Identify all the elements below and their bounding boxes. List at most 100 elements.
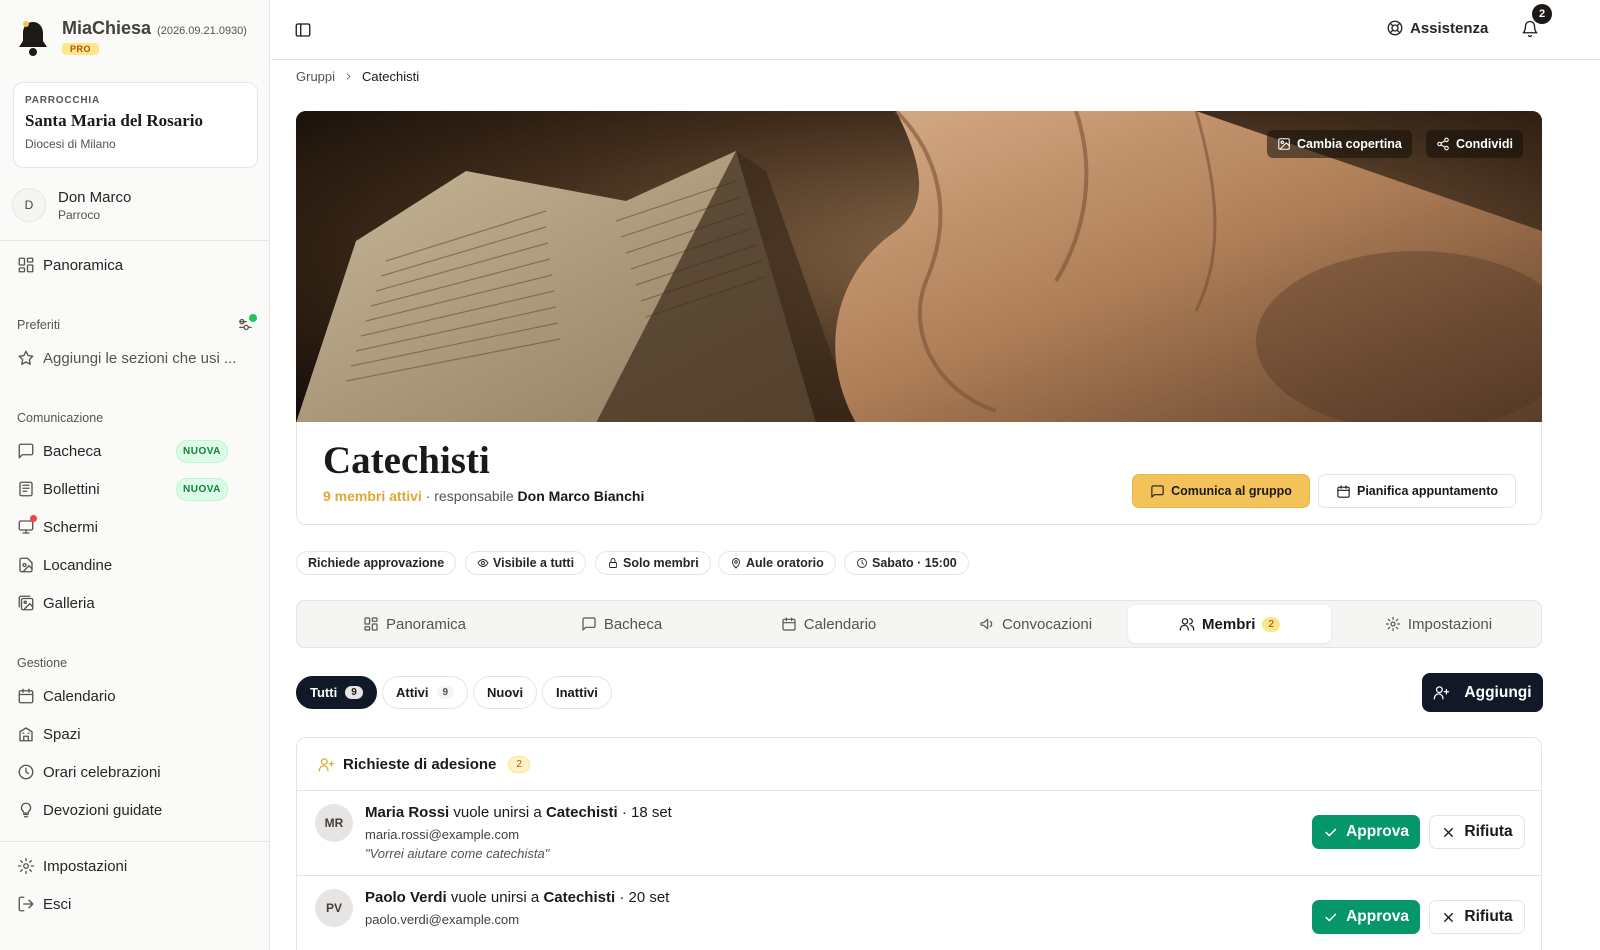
tab-label: Convocazioni: [1001, 615, 1093, 633]
breadcrumb-current: Catechisti: [362, 69, 420, 84]
user-plus-icon: [1434, 686, 1450, 700]
parish-diocese: Diocesi di Milano: [25, 137, 116, 151]
sidebar-item-label: Bollettini: [43, 480, 100, 498]
chip-label: Aule oratorio: [746, 556, 824, 570]
calendar-icon: [782, 617, 796, 631]
message-square-icon: [1151, 484, 1164, 498]
approve-button[interactable]: Approva: [1312, 900, 1420, 934]
close-icon: [1444, 912, 1454, 922]
filter-inactive[interactable]: Inattivi: [542, 676, 612, 709]
message-square-icon: [18, 443, 34, 459]
chip-label: Sabato · 15:00: [872, 556, 957, 570]
user-name: Don Marco: [58, 188, 132, 206]
sidebar-item-label: Bacheca: [43, 442, 102, 460]
request-verb: vuole unirsi a: [453, 804, 542, 821]
sidebar-item-favorites-hint[interactable]: Aggiungi le sezioni che usi ...: [17, 346, 236, 370]
favorites-title: Preferiti: [17, 318, 61, 332]
request-group: Catechisti: [545, 804, 618, 821]
megaphone-icon: [980, 618, 993, 630]
gear-icon: [1385, 616, 1401, 632]
join-requests-count: 2: [508, 755, 530, 773]
join-requests-panel: Richieste di adesione 2 MR Maria Rossi v…: [296, 737, 1542, 950]
app-name: MiaChiesa: [62, 18, 152, 38]
share-button[interactable]: Condividi: [1426, 130, 1523, 158]
filter-new[interactable]: Nuovi: [473, 676, 538, 709]
breadcrumb-parent[interactable]: Gruppi: [296, 69, 335, 84]
sidebar-item-settings[interactable]: Impostazioni: [17, 854, 127, 878]
request-date: · 18 set: [621, 804, 672, 821]
sidebar-item-locandine[interactable]: Locandine: [17, 553, 112, 577]
tab-label: Calendario: [803, 615, 877, 633]
tab-calendar[interactable]: Calendario: [727, 605, 930, 643]
favorites-settings-icon[interactable]: [237, 314, 257, 333]
avatar: D: [12, 188, 46, 222]
list-item: PV Paolo Verdi vuole unirsi a Catechisti…: [297, 876, 1541, 950]
sidebar-item-galleria[interactable]: Galleria: [17, 591, 95, 615]
help-button[interactable]: Assistenza: [1386, 19, 1488, 37]
user-profile[interactable]: D Don Marco Parroco: [12, 188, 131, 222]
tab-label: Membri: [1202, 615, 1256, 633]
notifications-count: 2: [1532, 4, 1552, 24]
tab-settings[interactable]: Impostazioni: [1337, 605, 1540, 643]
sidebar-item-calendario[interactable]: Calendario: [17, 684, 116, 708]
sidebar-item-orari[interactable]: Orari celebrazioni: [17, 760, 161, 784]
request-date: · 20 set: [619, 889, 670, 906]
lock-icon: [609, 558, 617, 568]
request-text: Maria Rossi vuole unirsi a Catechisti · …: [365, 804, 672, 821]
sidebar-item-bollettini[interactable]: Bollettini: [17, 477, 100, 501]
reject-label: Rifiuta: [1464, 908, 1513, 925]
change-cover-label: Cambia copertina: [1297, 137, 1402, 151]
sidebar-item-devozioni[interactable]: Devozioni guidate: [17, 798, 162, 822]
star-icon: [18, 350, 34, 365]
chip-label: Visibile a tutti: [493, 556, 575, 570]
request-group: Catechisti: [543, 889, 616, 906]
sidebar-item-spazi[interactable]: Spazi: [17, 722, 81, 746]
sidebar-item-logout[interactable]: Esci: [17, 892, 71, 916]
sidebar-item-label: Devozioni guidate: [43, 801, 163, 819]
responsible-prefix: · responsabile: [425, 488, 514, 504]
sidebar-item-overview[interactable]: Panoramica: [17, 253, 123, 277]
approve-button[interactable]: Approva: [1312, 815, 1420, 849]
tab-label: Bacheca: [603, 615, 663, 633]
breadcrumb: Gruppi Catechisti: [296, 69, 419, 84]
sidebar-item-bacheca[interactable]: Bacheca: [17, 439, 101, 463]
grid-icon: [364, 617, 378, 631]
requester-email: paolo.verdi@example.com: [365, 912, 520, 927]
parish-card[interactable]: PARROCCHIA Santa Maria del Rosario Dioce…: [13, 82, 258, 168]
reject-button[interactable]: Rifiuta: [1429, 815, 1525, 849]
share-label: Condividi: [1456, 137, 1513, 151]
requester-name[interactable]: Paolo Verdi: [365, 889, 447, 906]
chip-visibility: Visibile a tutti: [465, 551, 587, 575]
communication-title: Comunicazione: [17, 411, 104, 425]
tab-bacheca[interactable]: Bacheca: [520, 605, 723, 643]
chip-members-only: Solo membri: [595, 551, 711, 575]
filter-active[interactable]: Attivi 9: [382, 676, 469, 709]
requester-name[interactable]: Maria Rossi: [365, 804, 449, 821]
filter-all[interactable]: Tutti 9: [296, 676, 377, 709]
request-text: Paolo Verdi vuole unirsi a Catechisti · …: [365, 889, 669, 906]
brand[interactable]: MiaChiesa (2026.09.21.0930) PRO: [16, 18, 247, 58]
tab-label: Panoramica: [385, 615, 467, 633]
group-tabs: Panoramica Bacheca Calendario Convocazio…: [296, 600, 1542, 648]
tab-members[interactable]: Membri 2: [1128, 605, 1331, 643]
filter-label: Inattivi: [556, 685, 598, 700]
change-cover-button[interactable]: Cambia copertina: [1267, 130, 1412, 158]
image-edit-icon: [1278, 138, 1290, 150]
new-badge: NUOVA: [176, 440, 228, 463]
page-title: Catechisti: [323, 439, 490, 482]
parish-kicker: PARROCCHIA: [25, 95, 101, 106]
sidebar-toggle-icon[interactable]: [294, 21, 312, 39]
tab-overview[interactable]: Panoramica: [313, 605, 516, 643]
sidebar-item-label: Aggiungi le sezioni che usi ...: [43, 349, 237, 367]
map-pin-icon: [732, 558, 740, 569]
grid-icon: [18, 257, 34, 273]
add-member-button[interactable]: Aggiungi: [1422, 673, 1543, 712]
tab-convocations[interactable]: Convocazioni: [934, 605, 1137, 643]
alert-dot: [30, 515, 37, 522]
reject-button[interactable]: Rifiuta: [1429, 900, 1525, 934]
contact-group-button[interactable]: Comunica al gruppo: [1132, 474, 1310, 508]
chevron-right-icon: [346, 73, 351, 80]
cover-image: Cambia copertina Condividi: [296, 111, 1542, 423]
responsible-name: Don Marco Bianchi: [517, 488, 645, 504]
schedule-appointment-button[interactable]: Pianifica appuntamento: [1318, 474, 1516, 508]
